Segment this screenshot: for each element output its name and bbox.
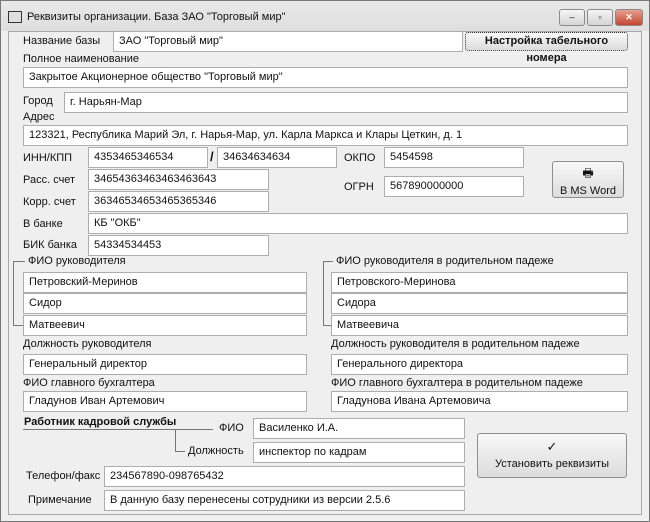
corr-label: Корр. счет xyxy=(23,196,76,208)
director-bracket-top xyxy=(13,261,25,262)
check-icon: ✓ xyxy=(546,439,558,454)
base-name-input[interactable]: ЗАО "Торговый мир" xyxy=(113,31,463,52)
maximize-button[interactable]: ▫ xyxy=(587,9,613,26)
note-input[interactable]: В данную базу перенесены сотрудники из в… xyxy=(104,490,465,511)
app-icon xyxy=(8,11,22,23)
hr-fio-label: ФИО xyxy=(219,422,244,434)
okpo-label: ОКПО xyxy=(344,152,376,164)
address-label: Адрес xyxy=(23,111,55,123)
kpp-input[interactable]: 34634634634 xyxy=(217,147,337,168)
minimize-button[interactable]: – xyxy=(559,9,585,26)
hr-label: Работник кадровой службы xyxy=(24,416,177,428)
corr-input[interactable]: 36346534653465365346 xyxy=(88,191,269,212)
bik-label: БИК банка xyxy=(23,239,78,251)
hr-position-label: Должность xyxy=(188,445,244,457)
position-gen-label: Должность руководителя в родительном пад… xyxy=(331,338,580,350)
inn-label: ИНН/КПП xyxy=(23,152,73,164)
director-gen-last-name-input[interactable]: Петровского-Меринова xyxy=(331,272,628,293)
inn-kpp-separator: / xyxy=(210,149,214,164)
director-label: ФИО руководителя xyxy=(28,255,126,267)
window-title: Реквизиты организации. База ЗАО "Торговы… xyxy=(27,11,286,23)
director-gen-bracket xyxy=(323,261,324,326)
director-bracket-bottom xyxy=(13,325,23,326)
base-name-label: Название базы xyxy=(23,35,101,47)
accountant-gen-label: ФИО главного бухгалтера в родительном па… xyxy=(331,377,583,389)
hr-bracket-bottom xyxy=(175,451,185,452)
hr-underline xyxy=(23,429,213,430)
phone-label: Телефон/факс xyxy=(26,470,101,482)
director-bracket xyxy=(13,261,14,326)
full-name-input[interactable]: Закрытое Акционерное общество "Торговый … xyxy=(23,67,628,88)
ogrn-input[interactable]: 567890000000 xyxy=(384,176,524,197)
hr-fio-input[interactable]: Василенко И.А. xyxy=(253,418,465,439)
set-details-button-label: Установить реквизиты xyxy=(495,458,609,470)
position-input[interactable]: Генеральный директор xyxy=(23,354,307,375)
director-gen-bracket-top xyxy=(323,261,333,262)
accountant-gen-input[interactable]: Гладунова Ивана Артемовича xyxy=(331,391,628,412)
bank-label: В банке xyxy=(23,218,63,230)
phone-input[interactable]: 234567890-098765432 xyxy=(104,466,465,487)
close-button[interactable]: ✕ xyxy=(615,9,643,26)
city-label: Город xyxy=(23,95,53,107)
hr-position-input[interactable]: инспектор по кадрам xyxy=(253,442,465,463)
accountant-input[interactable]: Гладунов Иван Артемович xyxy=(23,391,307,412)
bik-input[interactable]: 54334534453 xyxy=(88,235,269,256)
tab-number-settings-button[interactable]: Настройка табельного номера xyxy=(465,32,628,64)
director-middle-name-input[interactable]: Матвеевич xyxy=(23,315,307,336)
account-label: Расс. счет xyxy=(23,174,76,186)
director-gen-first-name-input[interactable]: Сидора xyxy=(331,293,628,314)
note-label: Примечание xyxy=(28,494,92,506)
address-input[interactable]: 123321, Республика Марий Эл, г. Нарья-Ма… xyxy=(23,125,628,146)
director-gen-middle-name-input[interactable]: Матвеевича xyxy=(331,315,628,336)
director-last-name-input[interactable]: Петровский-Меринов xyxy=(23,272,307,293)
window: Реквизиты организации. База ЗАО "Торговы… xyxy=(0,0,650,522)
ms-word-button[interactable]: 🖶 В MS Word xyxy=(552,161,624,198)
position-gen-input[interactable]: Генерального директора xyxy=(331,354,628,375)
set-details-button[interactable]: ✓ Установить реквизиты xyxy=(477,433,627,478)
ms-word-button-label: В MS Word xyxy=(559,185,617,197)
position-label: Должность руководителя xyxy=(23,338,152,350)
city-input[interactable]: г. Нарьян-Мар xyxy=(64,92,628,113)
printer-icon: 🖶 xyxy=(582,166,594,180)
director-gen-bracket-bottom xyxy=(323,325,331,326)
account-input[interactable]: 34654363463463463643 xyxy=(88,169,269,190)
accountant-label: ФИО главного бухгалтера xyxy=(23,377,155,389)
hr-bracket xyxy=(175,429,176,451)
director-first-name-input[interactable]: Сидор xyxy=(23,293,307,314)
full-name-label: Полное наименование xyxy=(23,53,139,65)
inn-input[interactable]: 4353465346534 xyxy=(88,147,208,168)
bank-input[interactable]: КБ "ОКБ" xyxy=(88,213,628,234)
director-gen-label: ФИО руководителя в родительном падеже xyxy=(336,255,554,267)
okpo-input[interactable]: 5454598 xyxy=(384,147,524,168)
ogrn-label: ОГРН xyxy=(344,181,374,193)
